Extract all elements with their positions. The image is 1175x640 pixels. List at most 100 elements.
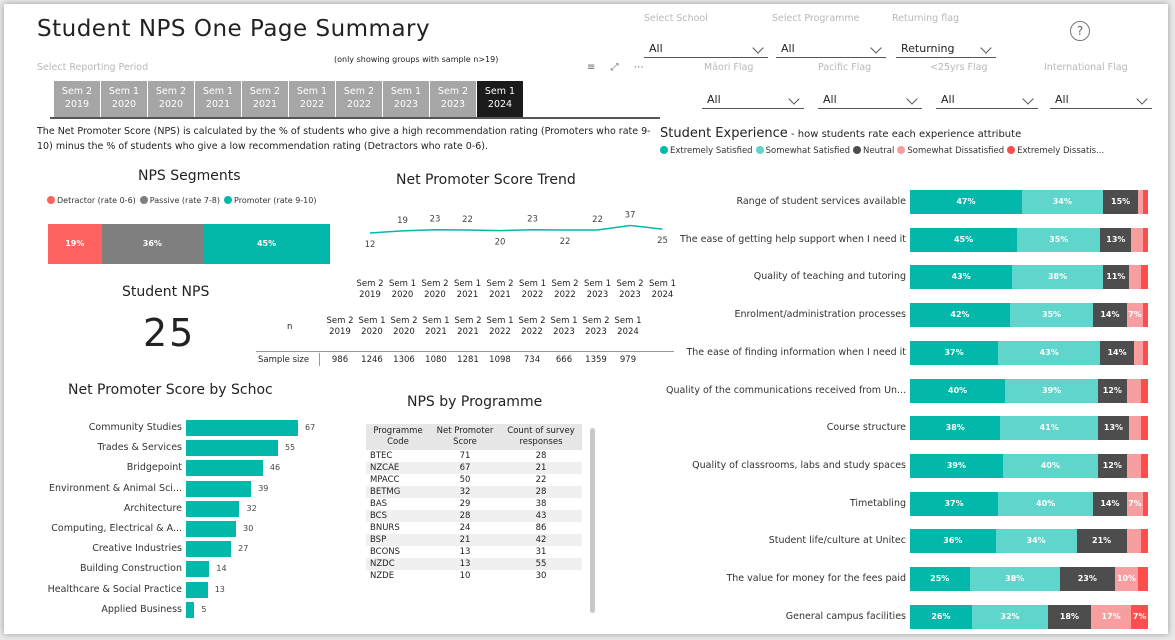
programme-column-header[interactable]: Net Promoter Score: [430, 424, 500, 450]
experience-segment[interactable]: 39%: [910, 453, 1003, 478]
programmes-table-wrap[interactable]: Programme Code Net Promoter Score Count of…: [366, 424, 590, 630]
experience-segment[interactable]: 18%: [1048, 604, 1091, 629]
question-circle-icon[interactable]: ?: [1070, 21, 1090, 41]
table-row[interactable]: BSP 21 42: [366, 534, 582, 546]
experience-segment[interactable]: 12%: [1098, 378, 1127, 403]
experience-segment[interactable]: 10%: [1114, 567, 1139, 591]
experience-segment[interactable]: 34%: [995, 529, 1077, 554]
school-bar[interactable]: [186, 440, 278, 457]
experience-segment[interactable]: 14%: [1093, 303, 1127, 328]
experience-segment[interactable]: [1128, 265, 1141, 290]
experience-segment[interactable]: 37%: [910, 491, 999, 516]
period-tile[interactable]: Sem 1 2021: [195, 81, 242, 117]
school-bar[interactable]: [186, 420, 298, 436]
period-tile[interactable]: Sem 2 2022: [336, 81, 383, 117]
period-tile[interactable]: Sem 2 2019: [54, 81, 101, 117]
programme-column-header[interactable]: Programme Code: [366, 424, 430, 450]
school-bar[interactable]: [186, 581, 208, 598]
experience-segment[interactable]: 35%: [1009, 303, 1094, 328]
experience-segment[interactable]: 37%: [910, 340, 999, 365]
experience-segment[interactable]: [1126, 378, 1141, 403]
school-bar[interactable]: [186, 601, 195, 618]
table-row[interactable]: BNURS 24 86: [366, 522, 582, 534]
experience-segment[interactable]: 7%: [1131, 604, 1148, 629]
experience-segment[interactable]: 34%: [1021, 190, 1103, 214]
experience-segment[interactable]: 13%: [1100, 227, 1132, 252]
experience-segment[interactable]: [1140, 265, 1148, 290]
period-tile[interactable]: Sem 1 2024: [477, 81, 524, 117]
experience-segment[interactable]: 38%: [910, 416, 1001, 441]
experience-segment[interactable]: [1143, 227, 1148, 252]
trend-line-chart[interactable]: 1219 23 2220232222 3725: [359, 189, 669, 250]
experience-segment[interactable]: [1126, 529, 1141, 554]
programme-dropdown[interactable]: All: [776, 38, 886, 58]
segments-bar[interactable]: 19% 36% 45%: [48, 224, 330, 264]
table-row[interactable]: NZCAE 67 21: [366, 462, 582, 474]
school-bar[interactable]: [186, 521, 237, 537]
segment-bar[interactable]: 19%: [48, 224, 102, 264]
period-tile[interactable]: Sem 2 2020: [148, 81, 195, 117]
experience-segment[interactable]: 45%: [910, 227, 1018, 252]
returning-dropdown[interactable]: Returning: [896, 38, 996, 58]
experience-segment[interactable]: 39%: [1005, 378, 1098, 403]
experience-segment[interactable]: 36%: [910, 529, 996, 554]
experience-segment[interactable]: 23%: [1059, 567, 1115, 591]
table-row[interactable]: BCS 28 43: [366, 510, 582, 522]
experience-segment[interactable]: 41%: [1000, 416, 1099, 441]
table-row[interactable]: BCONS 13 31: [366, 546, 582, 558]
experience-segment[interactable]: [1140, 453, 1148, 478]
experience-segment[interactable]: [1128, 416, 1141, 441]
experience-segment[interactable]: [1143, 303, 1148, 328]
experience-segment[interactable]: 43%: [910, 265, 1013, 290]
experience-segment[interactable]: [1140, 416, 1148, 441]
programme-column-header[interactable]: Count of survey responses: [500, 424, 582, 450]
experience-segment[interactable]: 7%: [1126, 491, 1144, 516]
experience-segment[interactable]: 14%: [1100, 340, 1134, 365]
experience-segment[interactable]: 15%: [1102, 190, 1139, 214]
experience-segment[interactable]: 7%: [1126, 303, 1144, 328]
table-row[interactable]: BAS 29 38: [366, 498, 582, 510]
experience-segment[interactable]: [1143, 190, 1148, 214]
period-tile[interactable]: Sem 2 2021: [242, 81, 289, 117]
experience-segment[interactable]: 21%: [1076, 529, 1127, 554]
experience-segment[interactable]: 38%: [1012, 265, 1103, 290]
period-tile[interactable]: Sem 2 2023: [430, 81, 477, 117]
experience-segment[interactable]: 40%: [998, 491, 1094, 516]
under25-dropdown[interactable]: All: [936, 89, 1038, 109]
pacific-dropdown[interactable]: All: [818, 89, 922, 109]
table-row[interactable]: MPACC 50 22: [366, 474, 582, 486]
experience-segment[interactable]: [1143, 340, 1148, 365]
experience-segment[interactable]: 32%: [971, 604, 1049, 629]
experience-segment[interactable]: [1126, 453, 1141, 478]
experience-segment[interactable]: 40%: [910, 378, 1006, 403]
experience-segment[interactable]: 42%: [910, 303, 1010, 328]
experience-segment[interactable]: 13%: [1098, 416, 1129, 441]
period-tile[interactable]: Sem 1 2022: [289, 81, 336, 117]
experience-segment[interactable]: 47%: [910, 190, 1022, 214]
experience-segment[interactable]: 26%: [910, 604, 972, 629]
international-dropdown[interactable]: All: [1050, 89, 1152, 109]
experience-segment[interactable]: 35%: [1017, 227, 1101, 252]
experience-segment[interactable]: 25%: [910, 567, 970, 591]
school-bar[interactable]: [186, 541, 232, 558]
experience-segment[interactable]: [1138, 567, 1148, 591]
table-row[interactable]: BETMG 32 28: [366, 486, 582, 498]
table-row[interactable]: BTEC 71 28: [366, 450, 582, 462]
experience-segment[interactable]: [1131, 227, 1144, 252]
experience-segment[interactable]: [1133, 340, 1144, 365]
visual-header-icons[interactable]: ≡ ⤢ ⋯: [587, 62, 650, 73]
school-bar[interactable]: [186, 500, 240, 517]
table-row[interactable]: NZDE 10 30: [366, 570, 582, 582]
experience-segment[interactable]: 14%: [1093, 491, 1127, 516]
school-bar[interactable]: [186, 480, 252, 497]
experience-segment[interactable]: 40%: [1002, 453, 1098, 478]
period-tile[interactable]: Sem 1 2020: [101, 81, 148, 117]
table-row[interactable]: NZDC 13 55: [366, 558, 582, 570]
school-bar[interactable]: [186, 561, 210, 578]
experience-segment[interactable]: 38%: [969, 567, 1060, 591]
segment-bar[interactable]: 45%: [203, 224, 330, 264]
experience-segment[interactable]: [1140, 529, 1148, 554]
experience-segment[interactable]: 12%: [1098, 453, 1127, 478]
segment-bar[interactable]: 36%: [101, 224, 204, 264]
experience-segment[interactable]: [1143, 491, 1148, 516]
